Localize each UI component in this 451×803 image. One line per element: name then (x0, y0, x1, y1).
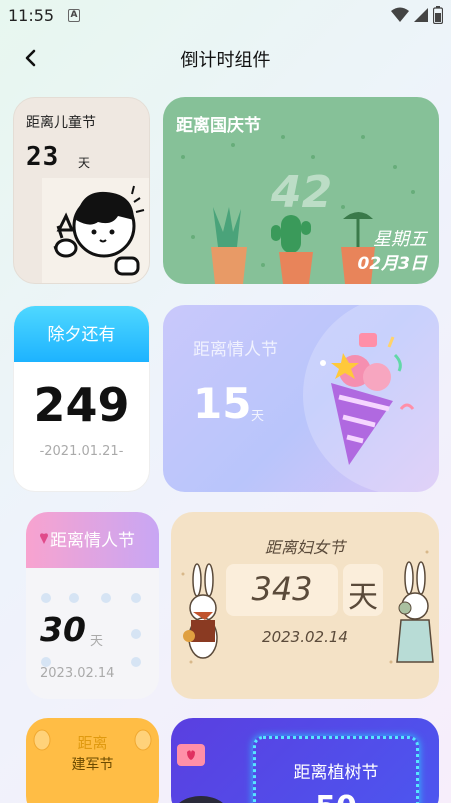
target-date: 2023.02.14 (40, 666, 115, 681)
days-unit: 天 (78, 156, 91, 170)
card-label: 距离植树节 (293, 763, 379, 783)
card-label: 距离情人节 (193, 340, 278, 360)
days-count: 249 (33, 378, 130, 432)
card-label: 除夕还有 (47, 325, 116, 345)
widget-card-new-year-eve[interactable]: 除夕还有 249 -2021.01.21- (13, 305, 150, 492)
card-label: 距离情人节 (50, 531, 135, 551)
target-date: -2021.01.21- (39, 444, 124, 459)
card-label: 距离国庆节 (176, 116, 261, 136)
widget-card-army-day[interactable]: 距离 建军节 (26, 718, 159, 803)
widget-card-womens-day[interactable]: 距离妇女节 343 天 2023.02.14 (171, 512, 439, 699)
title-bar: 倒计时组件 (0, 38, 451, 78)
notification-a-icon: A (68, 9, 80, 22)
card-label: 距离妇女节 (264, 538, 345, 557)
widget-card-arbor-day[interactable]: 距离植树节 50 (171, 718, 439, 803)
days-count: 42 (271, 167, 333, 218)
days-unit: 天 (90, 634, 104, 649)
target-date: 2023.02.14 (262, 628, 348, 646)
days-count: 30 (40, 610, 86, 649)
status-icons (391, 6, 443, 24)
card-label: 建军节 (71, 757, 114, 773)
card-label: 距离儿童节 (26, 115, 96, 131)
battery-icon (433, 6, 443, 24)
days-count: 23 (26, 142, 60, 172)
days-unit: 天 (251, 409, 265, 424)
signal-icon (414, 8, 428, 22)
target-date: 02月3日 (357, 254, 428, 274)
page-title: 倒计时组件 (180, 50, 271, 71)
weekday-text: 星期五 (373, 229, 427, 250)
days-count: 50 (253, 790, 419, 803)
speech-bubble-icon (177, 744, 223, 803)
days-count: 15 (193, 379, 252, 428)
days-count: 343 (251, 570, 313, 608)
wifi-icon (391, 7, 409, 22)
widget-card-national-day[interactable]: 距离国庆节 42 星期五 02月3日 (163, 97, 439, 284)
status-bar: 11:55 A (0, 0, 451, 32)
status-time: 11:55 (8, 6, 55, 25)
card-label-top: 距离 (77, 734, 108, 752)
widget-card-valentine-2[interactable]: 距离情人节 30 天 2023.02.14 (26, 512, 159, 699)
widget-card-valentine[interactable]: 距离情人节 15 天 (163, 305, 439, 492)
days-unit: 天 (348, 580, 378, 615)
widget-card-children-day[interactable]: 距离儿童节 23 天 (13, 97, 150, 284)
